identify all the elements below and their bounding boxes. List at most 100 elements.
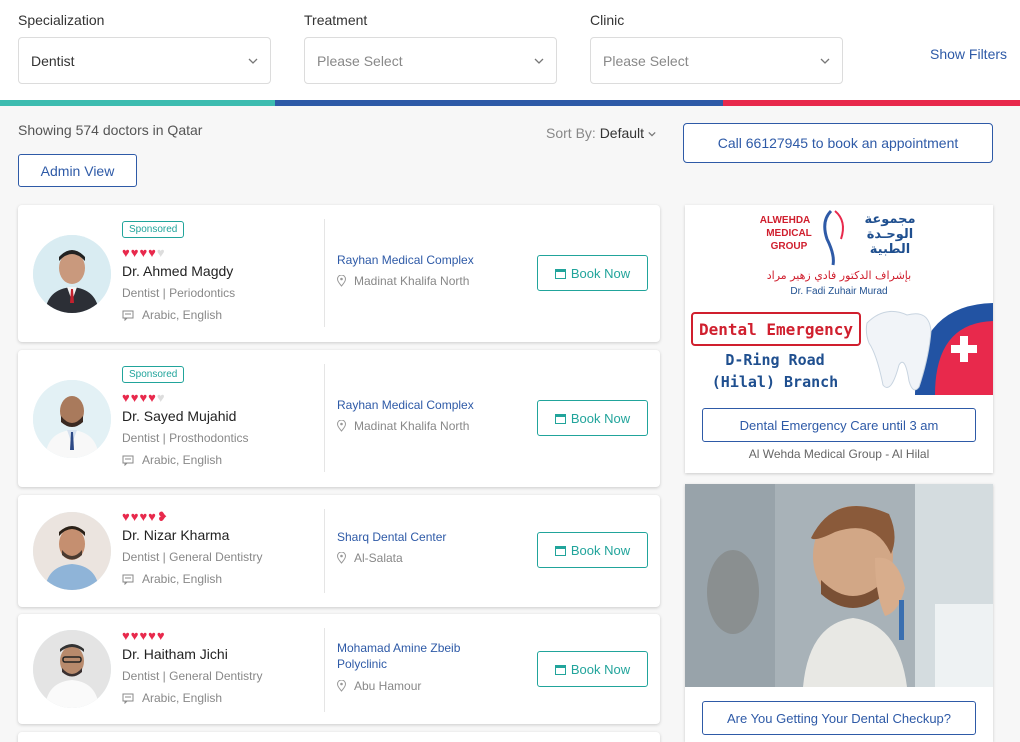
call-to-book-button[interactable]: Call 66127945 to book an appointment <box>683 123 993 163</box>
treatment-placeholder: Please Select <box>317 52 403 69</box>
sort-value: Default <box>599 125 645 141</box>
emergency-care-button[interactable]: Dental Emergency Care until 3 am <box>702 408 976 442</box>
book-now-label: Book Now <box>570 542 631 558</box>
treatment-select[interactable]: Please Select <box>304 37 557 84</box>
clinic-name[interactable]: Rayhan Medical Complex <box>337 252 497 268</box>
clinic-location: Abu Hamour <box>337 679 421 693</box>
divider <box>324 219 325 327</box>
clinic-label: Clinic <box>590 12 625 28</box>
chat-icon <box>122 574 134 585</box>
location-text: Al-Salata <box>354 551 403 565</box>
logo-ar-line-1: مجموعة <box>864 212 915 227</box>
branch-line-2: (Hilal) Branch <box>712 373 838 391</box>
chat-icon <box>122 693 134 704</box>
divider <box>324 628 325 712</box>
doctor-card <box>18 732 660 742</box>
divider <box>324 364 325 472</box>
map-pin-icon <box>337 275 346 287</box>
doctor-avatar[interactable] <box>33 380 111 458</box>
languages-text: Arabic, English <box>142 308 223 322</box>
doctor-languages: Arabic, English <box>122 691 222 705</box>
chat-icon <box>122 310 134 321</box>
doctor-languages: Arabic, English <box>122 453 222 467</box>
specialization-filter: Specialization Dentist <box>18 12 271 84</box>
doctor-languages: Arabic, English <box>122 572 222 586</box>
sponsored-badge: Sponsored <box>122 221 185 238</box>
clinic-select[interactable]: Please Select <box>590 37 843 84</box>
book-now-label: Book Now <box>570 661 631 677</box>
doctor-avatar[interactable] <box>33 630 111 708</box>
doctor-specialty: Dentist | General Dentistry <box>122 550 263 564</box>
book-now-button[interactable]: Book Now <box>537 532 648 568</box>
ad-banner-image: ALWEHDA MEDICAL GROUP مجموعة الوحـدة الط… <box>685 205 993 395</box>
rating-hearts: ♥♥♥♥❥ <box>122 509 169 524</box>
location-text: Abu Hamour <box>354 679 422 693</box>
logo-en-line-1: ALWEHDA <box>760 215 811 226</box>
map-pin-icon <box>337 552 346 564</box>
clinic-location: Madinat Khalifa North <box>337 274 469 288</box>
clinic-filter: Clinic Please Select <box>590 12 843 84</box>
chat-icon <box>122 455 134 466</box>
chevron-down-icon <box>820 58 830 64</box>
results-count: Showing 574 doctors in Qatar <box>18 122 203 138</box>
branch-line-1: D-Ring Road <box>725 351 824 369</box>
dental-checkup-button[interactable]: Are You Getting Your Dental Checkup? <box>702 701 976 735</box>
specialization-select[interactable]: Dentist <box>18 37 271 84</box>
logo-en-line-3: GROUP <box>771 241 808 252</box>
languages-text: Arabic, English <box>142 691 223 705</box>
supervision-en: Dr. Fadi Zuhair Murad <box>790 286 887 297</box>
filter-bar: Specialization Dentist Treatment Please … <box>0 0 1020 100</box>
dental-emergency-text: Dental Emergency <box>699 320 853 339</box>
color-stripe-teal <box>0 100 275 106</box>
color-stripe-blue <box>275 100 723 106</box>
clinic-name[interactable]: Rayhan Medical Complex <box>337 397 497 413</box>
logo-en-line-2: MEDICAL <box>766 228 812 239</box>
location-text: Madinat Khalifa North <box>354 274 470 288</box>
calendar-icon <box>554 413 566 424</box>
doctor-card: Sponsored ♥♥♥♥♥ Dr. Sayed Mujahid Dentis… <box>18 350 660 487</box>
checkup-ad[interactable]: Are You Getting Your Dental Checkup? <box>685 484 993 742</box>
rating-hearts: ♥♥♥♥♥ <box>122 390 166 405</box>
treatment-label: Treatment <box>304 12 368 28</box>
sort-by-dropdown[interactable]: Sort By: Default <box>546 125 656 141</box>
logo-ar-line-3: الطبية <box>870 242 911 257</box>
admin-view-button[interactable]: Admin View <box>18 154 137 187</box>
calendar-icon <box>554 545 566 556</box>
calendar-icon <box>554 664 566 675</box>
book-now-button[interactable]: Book Now <box>537 651 648 687</box>
clinic-name[interactable]: Mohamad Amine Zbeib Polyclinic <box>337 640 497 672</box>
location-text: Madinat Khalifa North <box>354 419 470 433</box>
doctor-name[interactable]: Dr. Ahmed Magdy <box>122 263 233 279</box>
doctor-avatar[interactable] <box>33 235 111 313</box>
doctor-name[interactable]: Dr. Sayed Mujahid <box>122 408 236 424</box>
doctor-name[interactable]: Dr. Haitham Jichi <box>122 646 228 662</box>
chevron-down-icon <box>248 58 258 64</box>
checkup-photo <box>685 484 993 687</box>
divider <box>324 509 325 593</box>
clinic-location: Al-Salata <box>337 551 403 565</box>
clinic-placeholder: Please Select <box>603 52 689 69</box>
clinic-name[interactable]: Sharq Dental Center <box>337 529 497 545</box>
sponsored-badge: Sponsored <box>122 366 185 383</box>
clinic-ad[interactable]: ALWEHDA MEDICAL GROUP مجموعة الوحـدة الط… <box>685 205 993 473</box>
doctor-card: ♥♥♥♥♥ Dr. Haitham Jichi Dentist | Genera… <box>18 614 660 724</box>
rating-hearts: ♥♥♥♥♥ <box>122 245 166 260</box>
map-pin-icon <box>337 680 346 692</box>
logo-ar-line-2: الوحـدة <box>867 227 913 242</box>
clinic-location: Madinat Khalifa North <box>337 419 469 433</box>
color-stripe-red <box>723 100 1020 106</box>
book-now-button[interactable]: Book Now <box>537 400 648 436</box>
book-now-button[interactable]: Book Now <box>537 255 648 291</box>
languages-text: Arabic, English <box>142 453 223 467</box>
doctor-specialty: Dentist | Periodontics <box>122 286 236 300</box>
doctor-avatar[interactable] <box>33 512 111 590</box>
rating-hearts: ♥♥♥♥♥ <box>122 628 166 643</box>
doctor-name[interactable]: Dr. Nizar Kharma <box>122 527 229 543</box>
treatment-filter: Treatment Please Select <box>304 12 557 84</box>
book-now-label: Book Now <box>570 410 631 426</box>
map-pin-icon <box>337 420 346 432</box>
doctor-specialty: Dentist | General Dentistry <box>122 669 263 683</box>
show-filters-link[interactable]: Show Filters <box>930 46 1007 62</box>
doctor-specialty: Dentist | Prosthodontics <box>122 431 249 445</box>
doctor-card: ♥♥♥♥❥ Dr. Nizar Kharma Dentist | General… <box>18 495 660 607</box>
